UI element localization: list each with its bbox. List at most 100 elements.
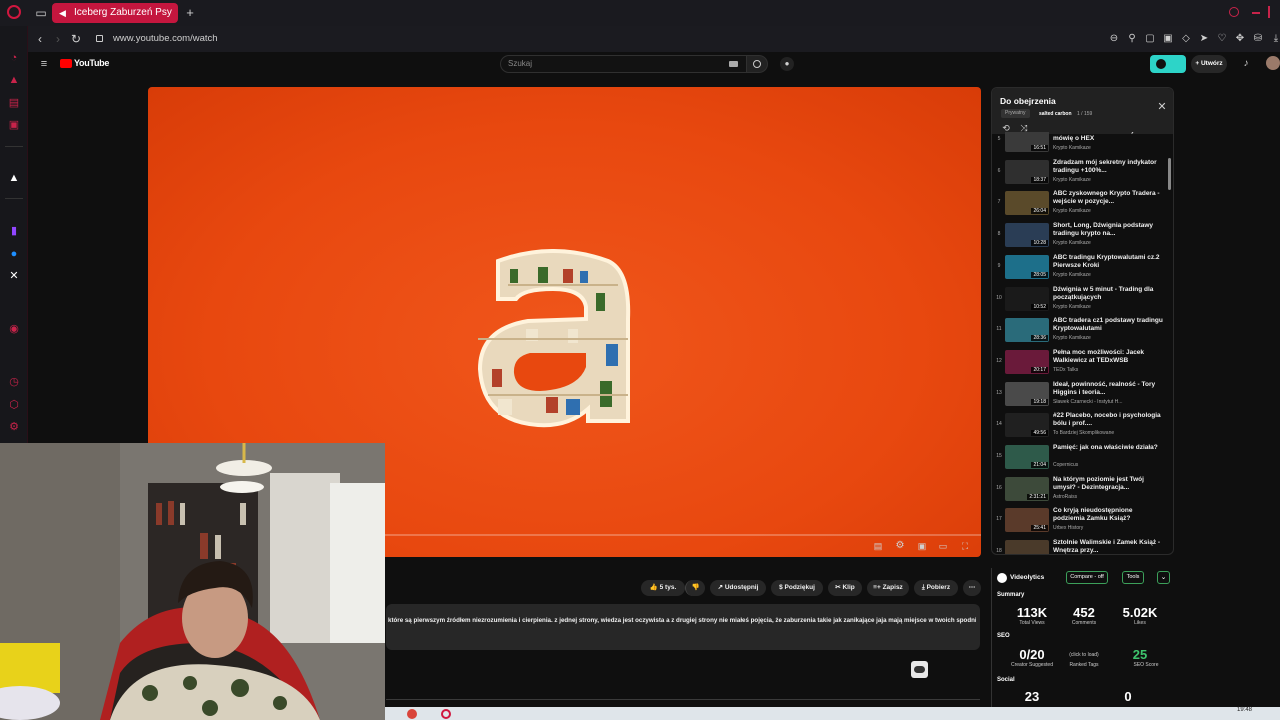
heart-icon[interactable]: ♡ — [1216, 32, 1228, 46]
playlist-item-thumbnail[interactable]: 25:41 — [1005, 508, 1049, 533]
playlist-scrollbar[interactable] — [1168, 158, 1171, 190]
playlist-item[interactable]: 8 10:28 Short, Long, Dźwignia podstawy tra… — [992, 221, 1170, 252]
playlist-item-title[interactable]: Pełna moc możliwości: Jacek Walkiewicz a… — [1053, 349, 1165, 365]
extensions-sidebar-icon[interactable]: ⬡ — [7, 398, 21, 412]
playlist-item-channel[interactable]: Urbex History — [1053, 525, 1165, 531]
playlist-item[interactable]: 12 20:17 Pełna moc możliwości: Jacek Walki… — [992, 348, 1170, 379]
playlist-item-thumbnail[interactable]: 21:04 — [1005, 445, 1049, 469]
extension-badge[interactable] — [1150, 55, 1186, 73]
playlist-item-channel[interactable]: Copernicus — [1053, 462, 1165, 468]
playlist-item-title[interactable]: Mało kto wie o HEX a duży film mówię o H… — [1053, 132, 1165, 143]
playlist-item-thumbnail[interactable]: 26:04 — [1005, 191, 1049, 216]
crypto-wallet-icon[interactable]: ▲ — [7, 73, 21, 87]
playlist-item-title[interactable]: Short, Long, Dźwignia podstawy tradingu … — [1053, 222, 1165, 238]
playlist-item-thumbnail[interactable]: 28:36 — [1005, 318, 1049, 343]
extensions-icon[interactable]: ✥ — [1234, 32, 1246, 46]
playlist-item-channel[interactable]: Krypto Kamikaze — [1053, 272, 1165, 278]
chrome-icon[interactable] — [407, 709, 417, 719]
aria-icon[interactable]: ◔ — [7, 51, 21, 65]
playlist-item[interactable]: 14 49:56 #22 Placebo, nocebo i psychologia… — [992, 411, 1170, 442]
like-button[interactable]: 👍 5 tys. — [641, 580, 685, 596]
messenger-icon[interactable]: ● — [7, 247, 21, 261]
cloud-extension-icon[interactable] — [911, 661, 928, 678]
search-button[interactable] — [746, 55, 768, 73]
tab-search-icon[interactable] — [1229, 7, 1239, 17]
playlist-item-thumbnail[interactable]: 49:56 — [1005, 413, 1049, 438]
vpn-icon[interactable]: ◇ — [1180, 32, 1192, 46]
zoom-icon[interactable]: ⊖ — [1108, 32, 1120, 46]
notifications-icon[interactable]: ♪ — [1240, 57, 1252, 71]
playlist-item-channel[interactable]: Krypto Kamikaze — [1053, 304, 1165, 310]
playlist-item[interactable]: 17 25:41 Co kryją nieudostępnione podziemi… — [992, 506, 1170, 537]
clip-button[interactable]: ✂ Klip — [828, 580, 862, 596]
playlist-item-channel[interactable]: Sławek Czarnecki - Instytut H... — [1053, 399, 1165, 405]
url-text[interactable]: www.youtube.com/watch — [113, 33, 218, 44]
send-icon[interactable]: ➤ — [1198, 32, 1210, 46]
playlist-item-title[interactable]: Na którym poziomie jest Twój umysł? - De… — [1053, 476, 1165, 492]
playlist-item-thumbnail[interactable]: 16:51 — [1005, 132, 1049, 152]
playlist-item-title[interactable]: Zdradzam mój sekretny indykator tradingu… — [1053, 159, 1165, 175]
playlist-title[interactable]: Do obejrzenia — [1000, 96, 1056, 106]
download-icon[interactable]: ⤓ — [1270, 32, 1280, 46]
search-input[interactable]: Szukaj — [500, 55, 747, 73]
playlist-item-thumbnail[interactable]: 10:52 — [1005, 286, 1049, 311]
taskbar-clock[interactable]: 19:48 — [1237, 707, 1252, 713]
fullscreen-icon[interactable]: ⛶ — [959, 539, 971, 553]
playlist-item-title[interactable]: Pamięć: jak ona właściwie działa? — [1053, 444, 1165, 452]
mic-icon[interactable]: ● — [780, 57, 794, 71]
playlist-item-channel[interactable]: Krypto Kamikaze — [1053, 177, 1165, 183]
playlist-item-title[interactable]: ABC tradera cz1 podstawy tradingu Krypto… — [1053, 317, 1165, 333]
aria-ai-icon[interactable]: ▲ — [7, 171, 21, 185]
menu-icon[interactable]: ≡ — [38, 57, 50, 71]
history-icon[interactable]: ◷ — [7, 375, 21, 389]
workspace-icon[interactable]: ▤ — [7, 96, 21, 110]
playlist-item[interactable]: 18 Sztolnie Walimskie i Zamek Książ - Wnę… — [992, 538, 1170, 554]
playlist-item-channel[interactable]: To Bardziej Skomplikowane — [1053, 430, 1165, 436]
subtitles-icon[interactable]: ▤ — [872, 539, 884, 553]
playlist-item-title[interactable]: Co kryją nieudostępnione podziemia Zamku… — [1053, 507, 1165, 523]
wallet-icon[interactable]: ⛁ — [1252, 32, 1264, 46]
x-twitter-icon[interactable]: ✕ — [7, 269, 21, 283]
video-popout-icon[interactable]: ▣ — [1162, 32, 1174, 46]
playlist-item[interactable]: 13 19:18 Ideał, powinność, realność - Tory… — [992, 380, 1170, 411]
opera-taskbar-icon[interactable] — [441, 709, 451, 719]
playlist-owner[interactable]: salted carbon — [1039, 111, 1072, 117]
snapshot-icon[interactable]: ▢ — [1144, 32, 1156, 46]
playlist-item-thumbnail[interactable]: 2:31:21 — [1005, 476, 1049, 501]
playlist-item-thumbnail[interactable]: 28:05 — [1005, 254, 1049, 279]
playlist-item[interactable]: 15 21:04 Pamięć: jak ona właściwie działa?… — [992, 443, 1170, 474]
tools-dropdown[interactable]: Tools — [1122, 571, 1144, 584]
ranked-tags-hint[interactable]: (click to load) — [1054, 652, 1114, 658]
playlist-item-title[interactable]: Ideał, powinność, realność - Tory Higgin… — [1053, 381, 1165, 397]
active-tab[interactable]: ◀ Iceberg Zaburzeń Psy — [52, 3, 178, 23]
playlist-item-title[interactable]: ABC zyskownego Krypto Tradera - wejście … — [1053, 190, 1165, 206]
video-description[interactable]: które są pierwszym źródłem niezrozumieni… — [386, 604, 980, 650]
playlist-item-channel[interactable]: TEDx Talks — [1053, 367, 1165, 373]
playlist-item[interactable]: 11 28:36 ABC tradera cz1 podstawy tradingu… — [992, 316, 1170, 347]
twitch-icon[interactable]: ▮ — [7, 224, 21, 238]
playlist-item-thumbnail[interactable]: 18:37 — [1005, 159, 1049, 184]
playlist-item[interactable]: 5 16:51 Mało kto wie o HEX a duży film mów… — [992, 132, 1170, 157]
share-button[interactable]: ↗ Udostępnij — [710, 580, 766, 596]
create-button[interactable]: + Utwórz — [1191, 55, 1227, 73]
opera-logo-icon[interactable] — [7, 5, 21, 19]
playlist-item-thumbnail[interactable]: 20:17 — [1005, 349, 1049, 374]
music-icon[interactable]: ◉ — [7, 322, 21, 336]
forward-icon[interactable]: › — [52, 32, 64, 46]
download-button[interactable]: ⤓ Pobierz — [914, 580, 958, 596]
back-icon[interactable]: ‹ — [34, 32, 46, 46]
playlist-item[interactable]: 16 2:31:21 Na którym poziomie jest Twój um… — [992, 475, 1170, 506]
thanks-button[interactable]: $ Podziękuj — [771, 580, 823, 596]
close-icon[interactable]: ✕ — [1156, 100, 1168, 114]
playlist-item[interactable]: 7 26:04 ABC zyskownego Krypto Tradera - we… — [992, 189, 1170, 220]
player-icon[interactable]: ▣ — [7, 118, 21, 132]
playlist-item-channel[interactable]: Krypto Kamikaze — [1053, 335, 1165, 341]
miniplayer-icon[interactable]: ▣ — [916, 539, 928, 553]
more-actions-button[interactable]: ⋯ — [963, 580, 981, 596]
playlist-item-thumbnail[interactable] — [1005, 540, 1049, 554]
playlist-item-thumbnail[interactable]: 19:18 — [1005, 381, 1049, 406]
compare-toggle[interactable]: Compare - off — [1066, 571, 1108, 584]
playlist-item-channel[interactable]: Krypto Kamikaze — [1053, 208, 1165, 214]
playlist-item[interactable]: 6 18:37 Zdradzam mój sekretny indykator tr… — [992, 158, 1170, 189]
avatar[interactable] — [1266, 56, 1280, 70]
